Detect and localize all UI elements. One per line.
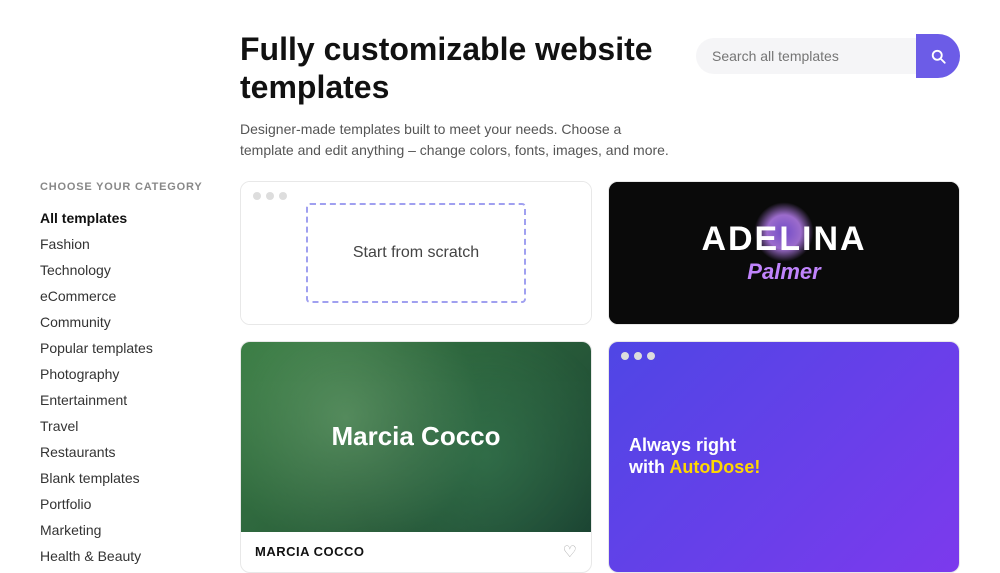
marcia-text: Marcia Cocco xyxy=(331,421,500,452)
search-input[interactable] xyxy=(712,48,900,64)
search-input-wrapper xyxy=(696,38,916,74)
sidebar-item-community[interactable]: Community xyxy=(40,309,220,335)
sidebar-category-label: CHOOSE YOUR CATEGORY xyxy=(40,181,220,193)
page-wrapper: Fully customizable website templates Des… xyxy=(0,0,1000,573)
sidebar-item-entertainment[interactable]: Entertainment xyxy=(40,387,220,413)
favorite-button-marcia[interactable]: ♡ xyxy=(563,542,577,562)
template-thumbnail-marcia: Marcia Cocco xyxy=(241,342,591,532)
dot-1 xyxy=(253,192,261,200)
blank-site-label: Start from scratch xyxy=(353,244,479,262)
adelina-text-block: ADELINA Palmer xyxy=(701,220,866,285)
sidebar-item-fashion[interactable]: Fashion xyxy=(40,231,220,257)
sidebar-item-health-beauty[interactable]: Health & Beauty xyxy=(40,543,220,569)
sidebar-item-all-templates[interactable]: All templates xyxy=(40,205,220,231)
sidebar-item-technology[interactable]: Technology xyxy=(40,257,220,283)
window-dots xyxy=(253,192,287,200)
templates-grid: Start from scratch BLANK SITE Experiment… xyxy=(240,181,960,573)
sidebar-item-blank-templates[interactable]: Blank templates xyxy=(40,465,220,491)
header-section: Fully customizable website templates Des… xyxy=(0,0,1000,181)
template-thumbnail-adelina: ADELINA Palmer xyxy=(609,182,959,324)
template-thumbnail-autodose: Always rightwith AutoDose! xyxy=(609,342,959,572)
adelina-inner: ADELINA Palmer xyxy=(609,182,959,324)
adelina-name-text: ADELINA xyxy=(701,220,866,259)
sidebar: CHOOSE YOUR CATEGORY All templates Fashi… xyxy=(40,181,240,573)
template-footer-blank: BLANK SITE Experimental template i ♡ xyxy=(241,324,591,325)
marcia-inner: Marcia Cocco xyxy=(241,342,591,532)
dot-3 xyxy=(279,192,287,200)
adelina-sub-text: Palmer xyxy=(701,259,866,285)
template-thumbnail-blank: Start from scratch xyxy=(241,182,591,324)
dot-ad3 xyxy=(647,352,655,360)
autodose-inner: Always rightwith AutoDose! xyxy=(609,342,959,572)
template-name-marcia: MARCIA COCCO xyxy=(255,544,365,559)
template-card-adelina[interactable]: ADELINA Palmer ADELINA Experimental temp… xyxy=(608,181,960,325)
dot-2 xyxy=(266,192,274,200)
sidebar-item-restaurants[interactable]: Restaurants xyxy=(40,439,220,465)
template-card-marcia[interactable]: Marcia Cocco MARCIA COCCO ♡ xyxy=(240,341,592,573)
window-dots-autodose xyxy=(621,352,655,360)
search-bar xyxy=(696,34,960,78)
sidebar-item-ecommerce[interactable]: eCommerce xyxy=(40,283,220,309)
autodose-text: Always rightwith AutoDose! xyxy=(629,435,760,478)
sidebar-item-photography[interactable]: Photography xyxy=(40,361,220,387)
search-button[interactable] xyxy=(916,34,960,78)
template-card-blank-site[interactable]: Start from scratch BLANK SITE Experiment… xyxy=(240,181,592,325)
sidebar-item-travel[interactable]: Travel xyxy=(40,413,220,439)
search-icon xyxy=(929,47,947,65)
template-footer-adelina: ADELINA Experimental template i ♡ xyxy=(609,324,959,325)
sidebar-item-popular-templates[interactable]: Popular templates xyxy=(40,335,220,361)
page-description: Designer-made templates built to meet yo… xyxy=(240,119,670,161)
dot-ad1 xyxy=(621,352,629,360)
dot-ad2 xyxy=(634,352,642,360)
template-footer-marcia: MARCIA COCCO ♡ xyxy=(241,532,591,572)
blank-frame: Start from scratch xyxy=(306,203,526,303)
page-title: Fully customizable website templates xyxy=(240,30,696,107)
main-content: CHOOSE YOUR CATEGORY All templates Fashi… xyxy=(0,181,1000,573)
header-left: Fully customizable website templates Des… xyxy=(240,30,696,161)
template-badges-marcia: ♡ xyxy=(563,542,577,562)
sidebar-item-marketing[interactable]: Marketing xyxy=(40,517,220,543)
template-card-autodose[interactable]: Always rightwith AutoDose! AUTODOSE ♡ xyxy=(608,341,960,573)
